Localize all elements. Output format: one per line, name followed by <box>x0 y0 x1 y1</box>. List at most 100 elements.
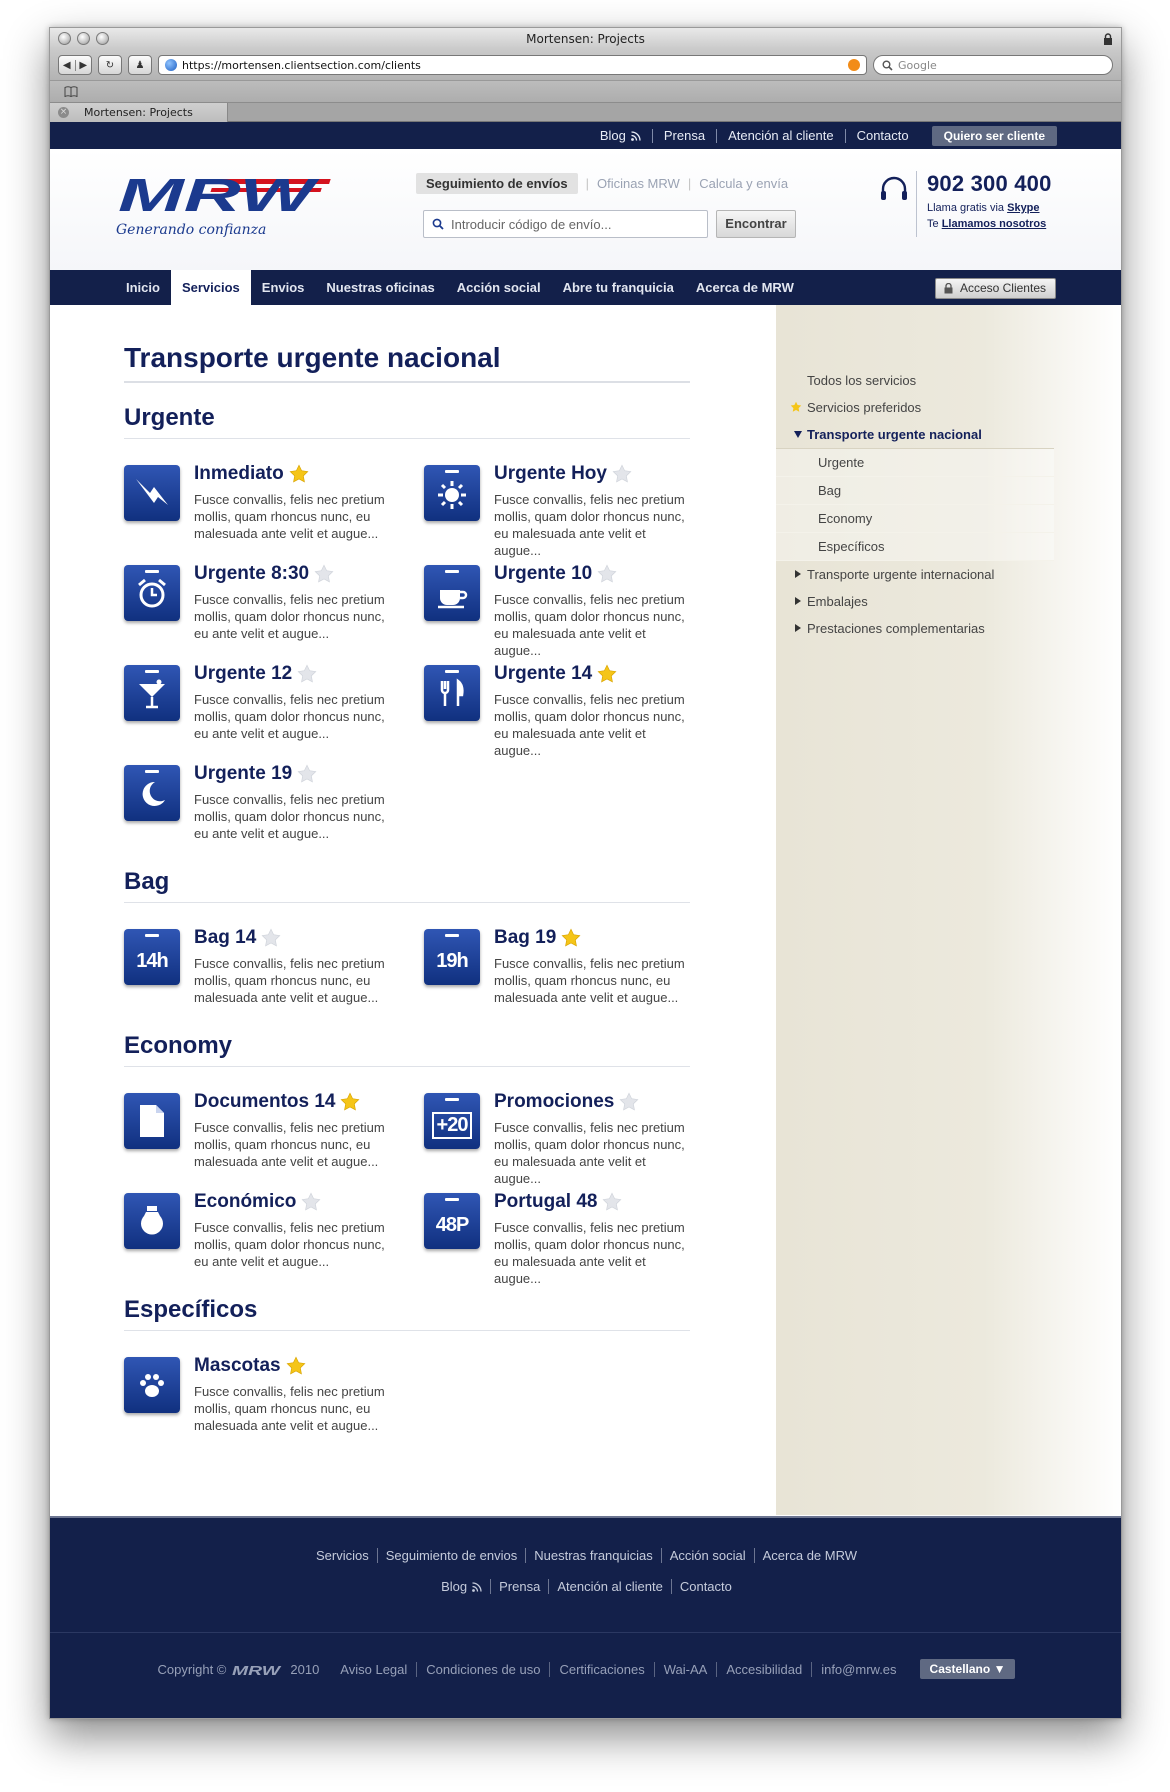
footer-link-email[interactable]: info@mrw.es <box>811 1661 905 1677</box>
service-card[interactable]: Económico Fusce convallis, felis nec pret… <box>124 1191 424 1275</box>
service-name[interactable]: Documentos 14 <box>194 1091 335 1113</box>
tab-oficinas[interactable]: Oficinas MRW <box>597 176 680 191</box>
forward-icon[interactable]: ▶ <box>74 59 92 71</box>
service-name[interactable]: Urgente Hoy <box>494 463 607 485</box>
service-name[interactable]: Bag 14 <box>194 927 256 949</box>
service-name[interactable]: Portugal 48 <box>494 1191 597 1213</box>
sidebar-item-internacional[interactable]: Transporte urgente internacional <box>776 561 1054 588</box>
service-card[interactable]: 14h Bag 14 Fusce convallis, felis nec pret… <box>124 927 424 1011</box>
minimize-window-button[interactable] <box>77 32 90 45</box>
zoom-window-button[interactable] <box>96 32 109 45</box>
service-name[interactable]: Bag 19 <box>494 927 556 949</box>
footer-link-servicios[interactable]: Servicios <box>308 1548 377 1563</box>
service-card[interactable]: Mascotas Fusce convallis, felis nec preti… <box>124 1355 424 1439</box>
nav-accion-social[interactable]: Acción social <box>446 270 552 305</box>
sidebar-item-all[interactable]: Todos los servicios <box>776 367 1054 394</box>
service-name[interactable]: Urgente 19 <box>194 763 292 785</box>
footer-link-wai[interactable]: Wai-AA <box>653 1661 717 1677</box>
footer-link-condiciones[interactable]: Condiciones de uso <box>416 1661 549 1677</box>
footer-link-contacto[interactable]: Contacto <box>670 1579 740 1594</box>
service-card[interactable]: Documentos 14 Fusce convallis, felis nec … <box>124 1091 424 1175</box>
browser-search-field[interactable]: Google <box>873 55 1113 75</box>
nav-acerca[interactable]: Acerca de MRW <box>685 270 805 305</box>
service-card[interactable]: Urgente 10 Fusce convallis, felis nec pre… <box>424 563 690 658</box>
footer-link-seguimiento[interactable]: Seguimiento de envios <box>376 1548 526 1563</box>
footer-link-atencion[interactable]: Atención al cliente <box>548 1579 671 1594</box>
footer-link-blog[interactable]: Blog <box>433 1579 490 1594</box>
service-name[interactable]: Mascotas <box>194 1355 281 1377</box>
star-filled-icon[interactable] <box>289 464 309 484</box>
skype-link[interactable]: Skype <box>1007 202 1039 214</box>
service-card[interactable]: 48P Portugal 48 Fusce convallis, felis nec… <box>424 1191 690 1286</box>
back-icon[interactable]: ◀ <box>59 60 75 71</box>
tab-seguimiento[interactable]: Seguimiento de envíos <box>416 173 578 194</box>
star-empty-icon[interactable] <box>612 464 632 484</box>
star-empty-icon[interactable] <box>597 564 617 584</box>
book-icon[interactable] <box>64 86 78 97</box>
footer-link-certificaciones[interactable]: Certificaciones <box>549 1661 653 1677</box>
footer-link-accesibilidad[interactable]: Accesibilidad <box>716 1661 811 1677</box>
sidebar-subitem-urgente[interactable]: Urgente <box>776 449 1054 477</box>
sidebar-item-current[interactable]: Transporte urgente nacional <box>776 421 1054 449</box>
utility-link-blog[interactable]: Blog <box>589 128 652 143</box>
star-empty-icon[interactable] <box>602 1192 622 1212</box>
footer-link-accion-social[interactable]: Acción social <box>660 1548 754 1563</box>
address-bar[interactable]: https://mortensen.clientsection.com/clie… <box>158 55 867 75</box>
star-empty-icon[interactable] <box>314 564 334 584</box>
star-empty-icon[interactable] <box>619 1092 639 1112</box>
nav-servicios[interactable]: Servicios <box>170 270 251 305</box>
share-button[interactable]: ♟ <box>128 55 152 75</box>
service-name[interactable]: Económico <box>194 1191 296 1213</box>
star-filled-icon[interactable] <box>340 1092 360 1112</box>
service-card[interactable]: Urgente 8:30 Fusce convallis, felis nec p… <box>124 563 424 647</box>
callback-link[interactable]: Llamamos nosotros <box>942 218 1047 230</box>
sidebar-subitem-economy[interactable]: Economy <box>776 505 1054 533</box>
sidebar-item-prestaciones[interactable]: Prestaciones complementarias <box>776 615 1054 642</box>
tab-calcula[interactable]: Calcula y envía <box>699 176 788 191</box>
become-client-button[interactable]: Quiero ser cliente <box>931 125 1057 146</box>
service-name[interactable]: Inmediato <box>194 463 284 485</box>
nav-envios[interactable]: Envios <box>251 270 316 305</box>
client-access-button[interactable]: Acceso Clientes <box>934 278 1056 299</box>
reload-button[interactable]: ↻ <box>98 55 122 75</box>
find-button[interactable]: Encontrar <box>716 210 796 238</box>
service-name[interactable]: Promociones <box>494 1091 614 1113</box>
service-card[interactable]: Inmediato Fusce convallis, felis nec pret… <box>124 463 424 547</box>
service-card[interactable]: Urgente Hoy Fusce convallis, felis nec pr… <box>424 463 690 558</box>
footer-link-franquicias[interactable]: Nuestras franquicias <box>525 1548 661 1563</box>
service-card[interactable]: Urgente 19 Fusce convallis, felis nec pre… <box>124 763 424 847</box>
mrw-logo[interactable]: MRW Generando confianza <box>116 169 332 238</box>
service-card[interactable]: Urgente 14 Fusce convallis, felis nec pre… <box>424 663 690 758</box>
nav-inicio[interactable]: Inicio <box>115 270 171 305</box>
service-name[interactable]: Urgente 10 <box>494 563 592 585</box>
star-filled-icon[interactable] <box>561 928 581 948</box>
nav-oficinas[interactable]: Nuestras oficinas <box>315 270 445 305</box>
sidebar-item-embalajes[interactable]: Embalajes <box>776 588 1054 615</box>
star-filled-icon[interactable] <box>286 1356 306 1376</box>
star-filled-icon[interactable] <box>597 664 617 684</box>
phone-number[interactable]: 902 300 400 <box>927 171 1052 197</box>
utility-link-atencion[interactable]: Atención al cliente <box>716 128 845 143</box>
footer-link-acerca[interactable]: Acerca de MRW <box>753 1548 865 1563</box>
language-select[interactable]: Castellano ▼ <box>919 1659 1016 1679</box>
star-empty-icon[interactable] <box>301 1192 321 1212</box>
browser-tab[interactable]: × Mortensen: Projects <box>50 103 228 122</box>
star-empty-icon[interactable] <box>297 664 317 684</box>
utility-link-prensa[interactable]: Prensa <box>651 128 716 143</box>
close-window-button[interactable] <box>58 32 71 45</box>
sidebar-item-favorites[interactable]: Servicios preferidos <box>776 394 1054 421</box>
tracking-code-input[interactable]: Introducir código de envío... <box>423 210 708 238</box>
nav-franquicia[interactable]: Abre tu franquicia <box>552 270 685 305</box>
utility-link-contacto[interactable]: Contacto <box>844 128 920 143</box>
service-card[interactable]: Urgente 12 Fusce convallis, felis nec pre… <box>124 663 424 747</box>
service-name[interactable]: Urgente 12 <box>194 663 292 685</box>
service-name[interactable]: Urgente 14 <box>494 663 592 685</box>
close-tab-icon[interactable]: × <box>58 107 69 118</box>
star-empty-icon[interactable] <box>261 928 281 948</box>
service-name[interactable]: Urgente 8:30 <box>194 563 309 585</box>
footer-link-aviso-legal[interactable]: Aviso Legal <box>331 1662 416 1677</box>
sidebar-subitem-especificos[interactable]: Específicos <box>776 533 1054 561</box>
service-card[interactable]: 19h Bag 19 Fusce convallis, felis nec pret… <box>424 927 690 1011</box>
rss-feed-icon[interactable] <box>848 59 860 71</box>
service-card[interactable]: +20 Promociones Fusce convallis, felis nec… <box>424 1091 690 1186</box>
